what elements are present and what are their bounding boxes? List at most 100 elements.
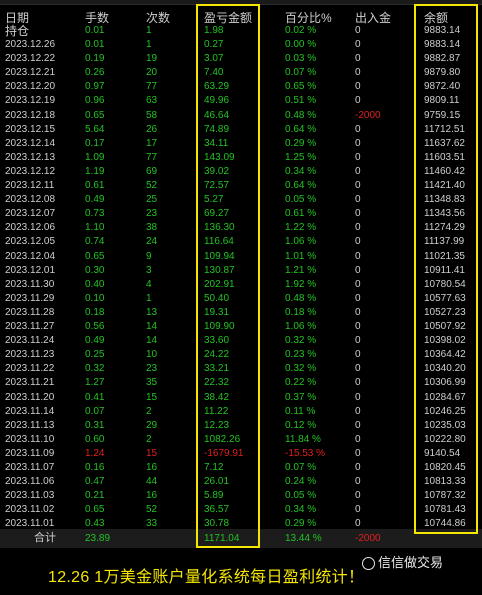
row-count: 23 xyxy=(146,208,158,220)
row-flow: 0 xyxy=(355,264,361,276)
row-count: 35 xyxy=(146,377,158,389)
watermark-logo-icon xyxy=(362,557,375,570)
row-pct: 0.12 % xyxy=(285,419,317,431)
holding-qty: 0.01 xyxy=(85,25,105,36)
row-count: 13 xyxy=(146,306,158,318)
row-flow: 0 xyxy=(355,363,361,375)
row-date: 2023.12.06 xyxy=(5,222,56,234)
row-count: 44 xyxy=(146,476,158,488)
row-date: 2023.11.27 xyxy=(5,321,55,332)
row-pct: -15.53 % xyxy=(285,447,326,459)
row-qty: 1.24 xyxy=(85,447,105,459)
row-pct: 1.06 % xyxy=(285,236,317,248)
row-flow: 0 xyxy=(355,377,361,389)
total-pct: 13.44 % xyxy=(285,533,322,544)
row-flow: 0 xyxy=(355,433,361,445)
row-date: 2023.12.05 xyxy=(5,236,56,248)
row-count: 2 xyxy=(146,433,152,445)
row-qty: 0.60 xyxy=(85,433,105,445)
row-date: 2023.11.03 xyxy=(5,490,55,502)
row-date: 2023.11.20 xyxy=(5,391,55,403)
row-qty: 0.40 xyxy=(85,278,105,290)
row-pct: 0.51 % xyxy=(285,95,317,107)
row-date: 2023.12.07 xyxy=(5,208,56,220)
row-flow: 0 xyxy=(355,335,361,347)
row-count: 52 xyxy=(146,180,158,191)
row-count: 77 xyxy=(146,81,158,93)
row-date: 2023.12.14 xyxy=(5,137,56,149)
row-flow: 0 xyxy=(355,123,361,135)
row-date: 2023.11.22 xyxy=(5,363,55,375)
row-count: 38 xyxy=(146,222,158,234)
row-qty: 0.18 xyxy=(85,306,105,318)
row-flow: 0 xyxy=(355,476,361,488)
row-count: 4 xyxy=(146,278,152,290)
row-date: 2023.12.08 xyxy=(5,194,56,206)
row-qty: 1.19 xyxy=(85,165,105,177)
row-pct: 1.22 % xyxy=(285,222,317,234)
row-qty: 0.65 xyxy=(85,504,105,516)
row-date: 2023.11.30 xyxy=(5,278,55,290)
row-pct: 0.64 % xyxy=(285,123,317,135)
row-flow: 0 xyxy=(355,95,361,107)
row-qty: 0.47 xyxy=(85,476,105,488)
row-flow: 0 xyxy=(355,250,361,262)
row-flow: 0 xyxy=(355,236,361,248)
row-count: 9 xyxy=(146,250,152,262)
row-count: 63 xyxy=(146,95,158,107)
row-pct: 0.03 % xyxy=(285,53,317,65)
row-pct: 0.34 % xyxy=(285,504,317,516)
row-qty: 5.64 xyxy=(85,123,105,135)
balance-column-highlight xyxy=(414,4,478,534)
row-qty: 0.65 xyxy=(85,250,105,262)
total-flow: -2000 xyxy=(355,533,381,544)
row-pct: 0.64 % xyxy=(285,180,317,191)
row-flow: 0 xyxy=(355,180,361,191)
row-flow: 0 xyxy=(355,67,361,79)
row-qty: 0.73 xyxy=(85,208,105,220)
trade-history-panel: 日期 手数 次数 盈亏金额 百分比% 出入金 余额 持仓 0.01 1 1.98… xyxy=(0,0,482,548)
row-flow: 0 xyxy=(355,349,361,361)
row-date: 2023.11.28 xyxy=(5,306,55,318)
row-flow: 0 xyxy=(355,462,361,473)
row-count: 26 xyxy=(146,123,158,135)
row-flow: 0 xyxy=(355,292,361,304)
row-count: 16 xyxy=(146,490,158,502)
row-pct: 0.34 % xyxy=(285,165,317,177)
row-count: 10 xyxy=(146,349,158,361)
row-pct: 0.00 % xyxy=(285,39,317,50)
row-date: 2023.11.06 xyxy=(5,476,55,488)
row-pct: 0.37 % xyxy=(285,391,317,403)
row-pct: 0.48 % xyxy=(285,109,317,121)
row-date: 2023.12.21 xyxy=(5,67,56,79)
row-qty: 0.21 xyxy=(85,490,105,502)
row-pct: 0.65 % xyxy=(285,81,317,93)
row-date: 2023.12.26 xyxy=(5,39,56,50)
row-pct: 0.11 % xyxy=(285,405,316,417)
row-date: 2023.12.11 xyxy=(5,180,55,191)
row-flow: 0 xyxy=(355,165,361,177)
row-pct: 11.84 % xyxy=(285,433,321,445)
row-date: 2023.12.20 xyxy=(5,81,56,93)
row-qty: 0.61 xyxy=(85,180,105,191)
row-count: 15 xyxy=(146,447,158,459)
caption-text: 12.26 1万美金账户量化系统每日盈利统计！ xyxy=(48,569,365,586)
row-pct: 0.18 % xyxy=(285,306,317,318)
row-pct: 0.24 % xyxy=(285,476,317,488)
row-count: 16 xyxy=(146,462,158,473)
row-flow: 0 xyxy=(355,278,361,290)
row-date: 2023.11.09 xyxy=(5,447,55,459)
row-flow: 0 xyxy=(355,447,361,459)
row-pct: 1.25 % xyxy=(285,151,317,163)
row-date: 2023.11.14 xyxy=(5,405,55,417)
row-qty: 0.16 xyxy=(85,462,105,473)
row-count: 77 xyxy=(146,151,158,163)
row-pct: 1.92 % xyxy=(285,278,317,290)
row-pct: 1.01 % xyxy=(285,250,317,262)
row-qty: 0.01 xyxy=(85,39,105,50)
row-flow: 0 xyxy=(355,391,361,403)
row-count: 52 xyxy=(146,504,158,516)
row-qty: 1.09 xyxy=(85,151,105,163)
row-qty: 1.27 xyxy=(85,377,105,389)
row-qty: 0.32 xyxy=(85,363,105,375)
